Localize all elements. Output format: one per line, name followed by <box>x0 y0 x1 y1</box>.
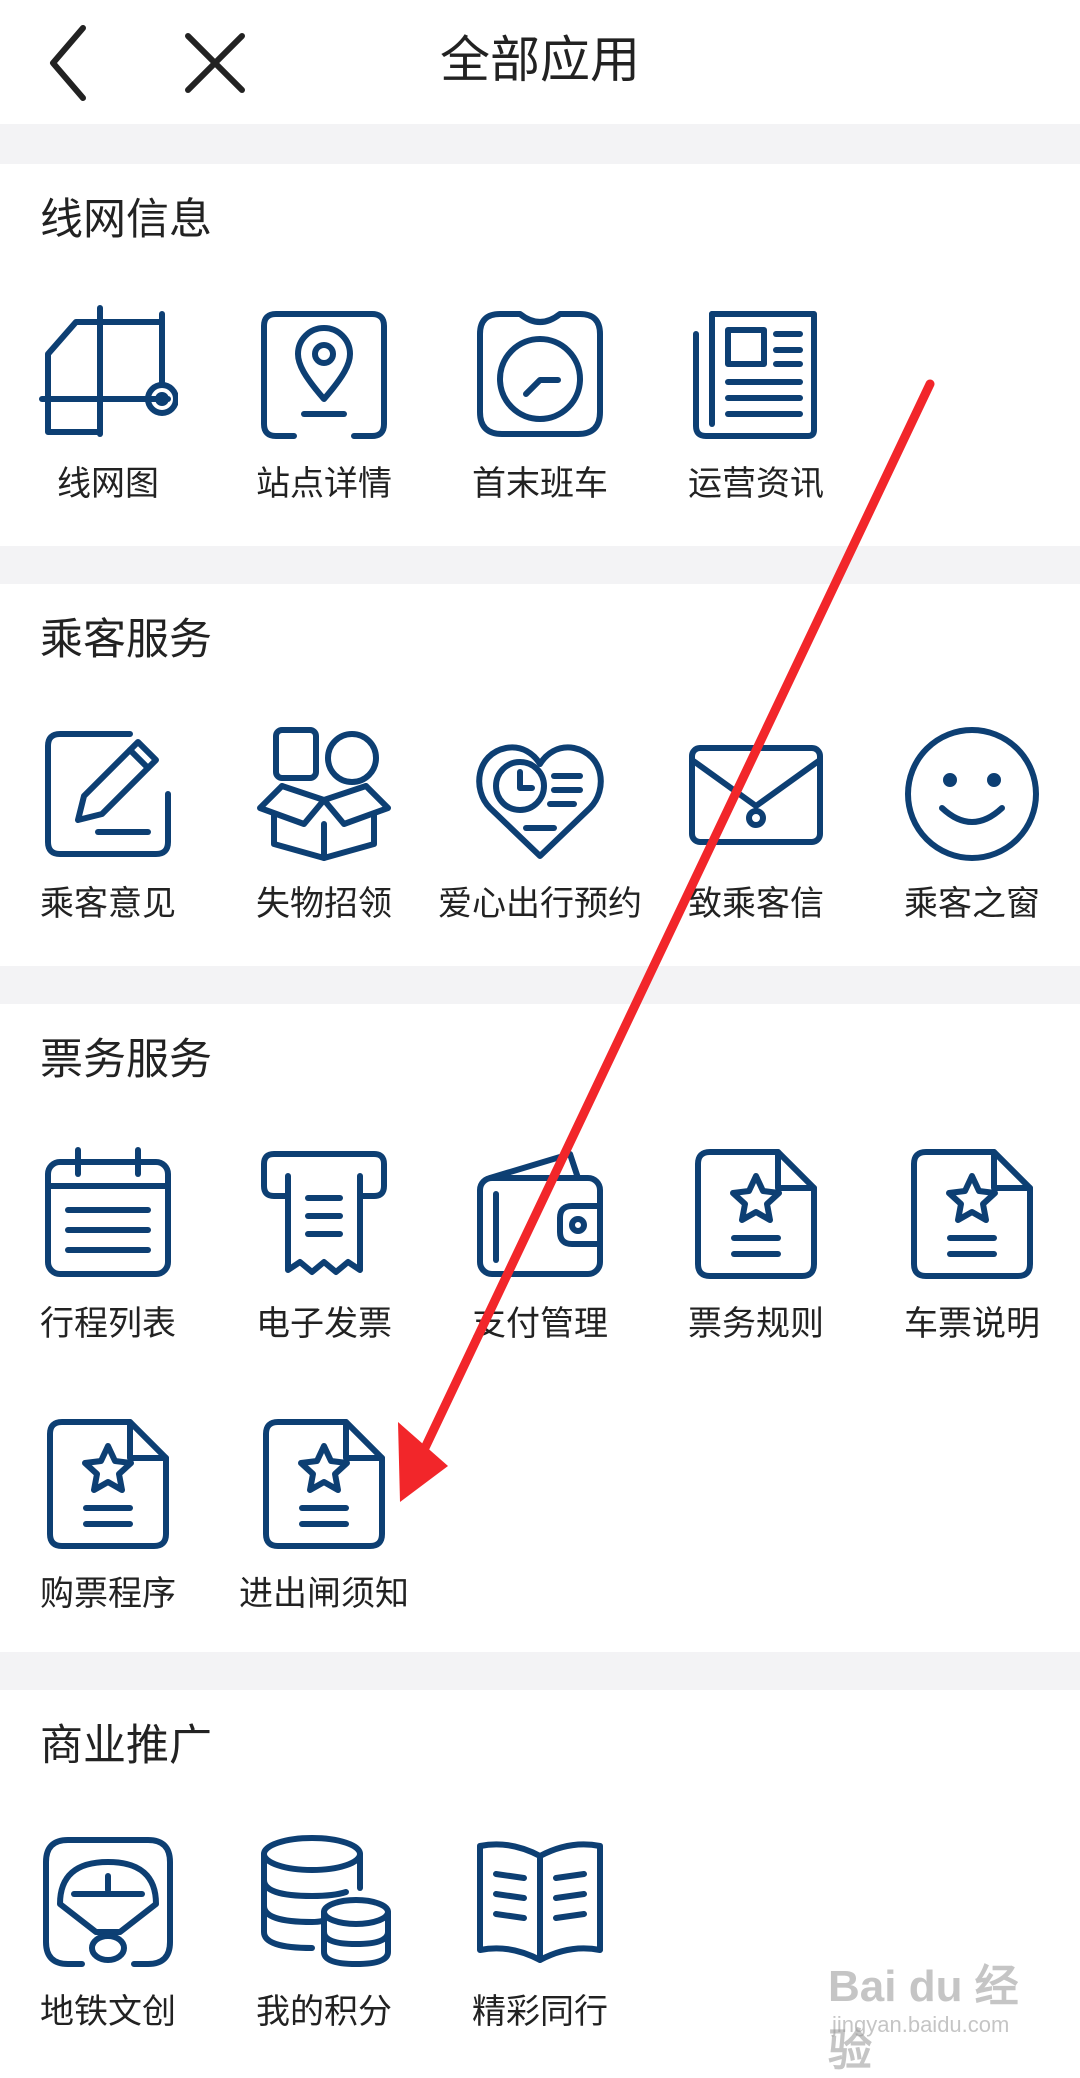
app-my-points[interactable]: 我的积分 <box>216 1832 432 2062</box>
app-care-travel-booking[interactable]: 爱心出行预约 <box>432 724 648 954</box>
section-ticket-service: 票务服务 行程列表 电子发票 支付管理 票务规则 车票说明 购票程序 进出闸须知 <box>0 1004 1080 1652</box>
heart-clock-icon <box>470 724 610 864</box>
app-first-last-train[interactable]: 首末班车 <box>432 304 648 534</box>
network-map-icon <box>38 304 178 444</box>
app-passenger-window[interactable]: 乘客之窗 <box>864 724 1080 954</box>
app-ticket-instructions[interactable]: 车票说明 <box>864 1144 1080 1374</box>
box-icon <box>254 724 394 864</box>
top-bar: 全部应用 <box>0 0 1080 124</box>
app-gate-entry-notice[interactable]: 进出闸须知 <box>216 1414 432 1644</box>
station-pin-icon <box>254 304 394 444</box>
pencil-edit-icon <box>38 724 178 864</box>
app-letter-to-passengers[interactable]: 致乘客信 <box>648 724 864 954</box>
coin-stack-icon <box>254 1832 394 1972</box>
app-station-details[interactable]: 站点详情 <box>216 304 432 534</box>
section-separator <box>0 1652 1080 1690</box>
section-separator <box>0 966 1080 1004</box>
app-operation-news[interactable]: 运营资讯 <box>648 304 864 534</box>
app-label: 车票说明 <box>904 1304 1040 1344</box>
clock-icon <box>470 304 610 444</box>
section-separator <box>0 124 1080 164</box>
star-document-icon <box>686 1144 826 1284</box>
envelope-icon <box>686 724 826 864</box>
app-payment-management[interactable]: 支付管理 <box>432 1144 648 1374</box>
section-title: 乘客服务 <box>40 615 212 665</box>
section-title: 票务服务 <box>40 1035 212 1085</box>
calendar-list-icon <box>38 1144 178 1284</box>
section-passenger-service: 乘客服务 乘客意见 失物招领 爱心出行预约 致乘客信 乘客之窗 <box>0 584 1080 966</box>
app-ticket-rules[interactable]: 票务规则 <box>648 1144 864 1374</box>
smiley-icon <box>902 724 1042 864</box>
section-separator <box>0 546 1080 584</box>
app-label: 运营资讯 <box>688 464 824 504</box>
star-document-icon <box>254 1414 394 1554</box>
app-label: 乘客之窗 <box>904 884 1040 924</box>
receipt-icon <box>254 1144 394 1284</box>
section-title: 线网信息 <box>40 195 212 245</box>
star-document-icon <box>902 1144 1042 1284</box>
watermark: Bai du 经验 jingyan.baidu.com <box>828 1950 1058 2075</box>
app-metro-creative[interactable]: 地铁文创 <box>0 1832 216 2062</box>
wallet-icon <box>470 1144 610 1284</box>
newspaper-icon <box>686 304 826 444</box>
app-e-invoice[interactable]: 电子发票 <box>216 1144 432 1374</box>
section-title: 商业推广 <box>40 1721 212 1771</box>
app-ticket-purchase-procedure[interactable]: 购票程序 <box>0 1414 216 1644</box>
page-title: 全部应用 <box>440 31 640 89</box>
app-label: 精彩同行 <box>472 1992 608 2032</box>
app-wonderful-journey[interactable]: 精彩同行 <box>432 1832 648 2062</box>
app-trip-list[interactable]: 行程列表 <box>0 1144 216 1374</box>
app-network-map[interactable]: 线网图 <box>0 304 216 534</box>
app-label: 进出闸须知 <box>239 1574 409 1614</box>
app-lost-and-found[interactable]: 失物招领 <box>216 724 432 954</box>
fan-icon <box>38 1832 178 1972</box>
star-document-icon <box>38 1414 178 1554</box>
section-network-info: 线网信息 线网图 站点详情 首末班车 运营资讯 <box>0 164 1080 546</box>
watermark-url: jingyan.baidu.com <box>832 2012 1010 2037</box>
open-book-icon <box>470 1832 610 1972</box>
app-passenger-feedback[interactable]: 乘客意见 <box>0 724 216 954</box>
